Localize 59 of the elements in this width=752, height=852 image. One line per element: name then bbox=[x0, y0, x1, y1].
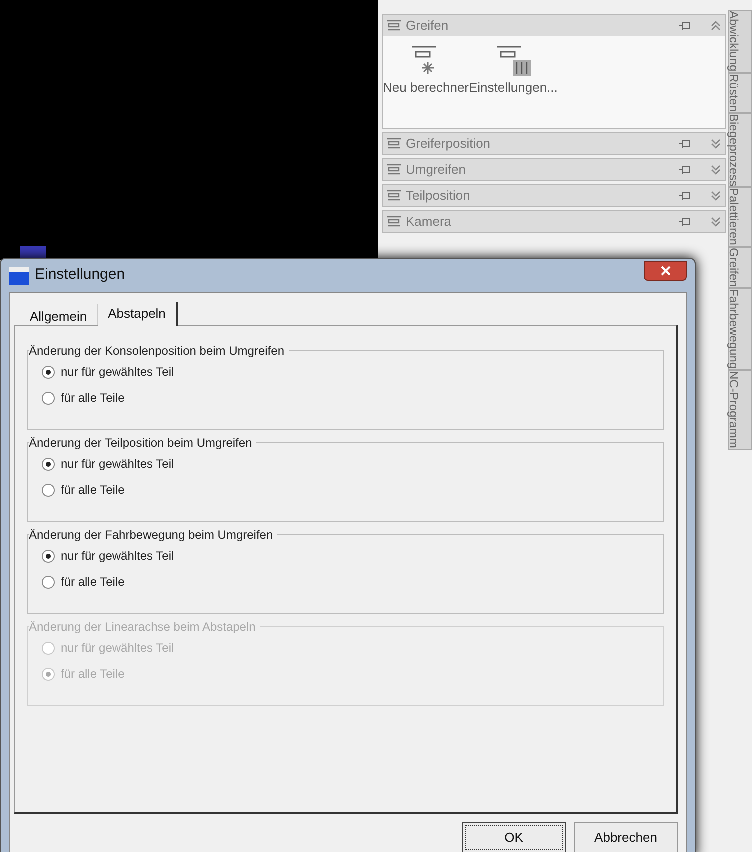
section-header[interactable]: Kamera bbox=[383, 211, 725, 232]
gripper-icon bbox=[386, 18, 402, 32]
section-header[interactable]: Umgreifen bbox=[383, 159, 725, 180]
option-label: nur für gewähltes Teil bbox=[61, 364, 174, 381]
pin-icon[interactable] bbox=[678, 164, 692, 176]
section-header[interactable]: Greiferposition bbox=[383, 133, 725, 154]
option-label: nur für gewähltes Teil bbox=[61, 640, 174, 657]
section-header[interactable]: Greifen bbox=[383, 15, 725, 36]
group-title: Änderung der Fahrbewegung beim Umgreifen bbox=[29, 526, 278, 544]
pin-icon[interactable] bbox=[678, 20, 692, 32]
expand-icon[interactable] bbox=[710, 164, 722, 176]
dialog-button[interactable]: OK bbox=[462, 822, 566, 852]
collapse-icon[interactable] bbox=[710, 20, 722, 32]
option-label: nur für gewähltes Teil bbox=[61, 456, 174, 473]
side-tab[interactable]: Fahrbewegung bbox=[728, 288, 752, 370]
option-label: für alle Teile bbox=[61, 390, 125, 407]
expand-icon[interactable] bbox=[710, 216, 722, 228]
section-title: Kamera bbox=[406, 212, 453, 231]
dialog-button[interactable]: Abbrechen bbox=[574, 822, 678, 852]
side-tab[interactable]: Rüsten bbox=[728, 72, 752, 113]
expand-icon[interactable] bbox=[710, 190, 722, 202]
side-tab[interactable]: Greifen bbox=[728, 246, 752, 288]
section-title: Greifen bbox=[406, 16, 450, 35]
app-icon bbox=[9, 266, 29, 284]
pin-icon[interactable] bbox=[678, 138, 692, 150]
group-title: Änderung der Linearachse beim Abstapeln bbox=[29, 618, 260, 636]
section-title: Umgreifen bbox=[406, 160, 467, 179]
radio-button[interactable] bbox=[42, 550, 55, 562]
close-button[interactable] bbox=[644, 260, 687, 280]
action-button[interactable]: Einstellungen... bbox=[469, 44, 558, 98]
option-label: für alle Teile bbox=[61, 666, 125, 683]
section-title: Teilposition bbox=[406, 186, 472, 205]
option-label: nur für gewähltes Teil bbox=[61, 548, 174, 565]
radio-button[interactable] bbox=[42, 366, 55, 378]
gripper-icon bbox=[386, 136, 402, 150]
section-title: Greiferposition bbox=[406, 134, 492, 153]
section-header[interactable]: Teilposition bbox=[383, 185, 725, 206]
window-title: Einstellungen bbox=[35, 265, 126, 286]
gripper-icon bbox=[386, 162, 402, 176]
option-label: für alle Teile bbox=[61, 574, 125, 591]
radio-button[interactable] bbox=[42, 458, 55, 470]
side-tab[interactable]: Biegeprozess bbox=[728, 112, 752, 188]
side-tab[interactable]: NC-Programm bbox=[728, 370, 752, 450]
pin-icon[interactable] bbox=[678, 190, 692, 202]
gripper-icon bbox=[386, 214, 402, 228]
close-icon bbox=[660, 266, 670, 276]
expand-icon[interactable] bbox=[710, 138, 722, 150]
group-title: Änderung der Konsolenposition beim Umgreifen bbox=[29, 342, 288, 360]
gripper-icon bbox=[386, 188, 402, 202]
side-tab[interactable]: Palettieren bbox=[728, 187, 752, 247]
radio-button[interactable] bbox=[42, 576, 55, 588]
option-label: für alle Teile bbox=[61, 482, 125, 499]
radio-button[interactable] bbox=[42, 484, 55, 496]
radio-button[interactable] bbox=[42, 392, 55, 404]
action-button[interactable]: Neu berechner bbox=[383, 44, 469, 98]
tab[interactable]: Abstapeln bbox=[98, 302, 178, 326]
pin-icon[interactable] bbox=[678, 216, 692, 228]
group-title: Änderung der Teilposition beim Umgreifen bbox=[29, 434, 256, 452]
side-tab[interactable]: Abwicklung bbox=[728, 10, 752, 73]
